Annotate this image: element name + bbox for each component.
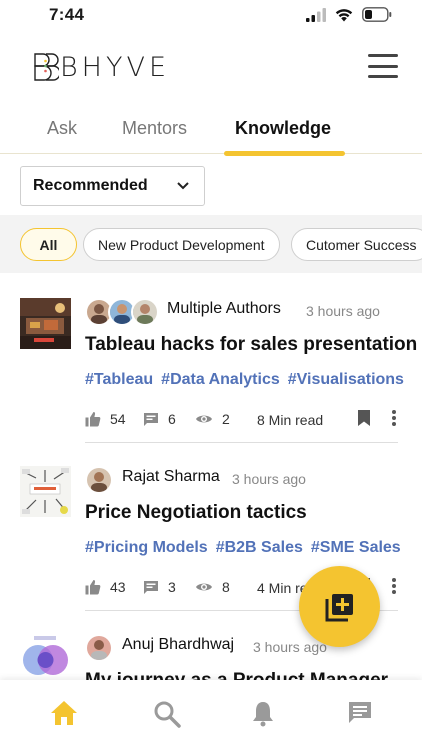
- author-avatars[interactable]: [85, 298, 159, 326]
- chip-new-product-development[interactable]: New Product Development: [83, 228, 280, 261]
- battery-icon: [362, 7, 392, 22]
- comment-button[interactable]: 6: [143, 411, 176, 427]
- comment-count: 3: [168, 579, 176, 595]
- post-time: 3 hours ago: [253, 639, 327, 655]
- avatar: [85, 466, 113, 494]
- chat-icon[interactable]: [347, 700, 373, 726]
- views-stat: 8: [195, 579, 230, 595]
- tab-mentors[interactable]: Mentors: [122, 118, 187, 139]
- logo-mark-icon: [34, 53, 59, 81]
- more-options-icon[interactable]: [391, 577, 397, 595]
- sort-dropdown[interactable]: Recommended: [20, 166, 205, 206]
- chip-label: New Product Development: [98, 236, 265, 253]
- author-avatars[interactable]: [85, 634, 113, 662]
- tab-knowledge[interactable]: Knowledge: [235, 118, 331, 139]
- thumbs-up-icon: [85, 412, 101, 427]
- logo-text: BHYVE: [60, 51, 171, 83]
- post-thumbnail: [20, 634, 71, 685]
- more-options-icon[interactable]: [391, 409, 397, 427]
- like-button[interactable]: 43: [85, 579, 126, 595]
- post-time: 3 hours ago: [232, 471, 306, 487]
- home-icon[interactable]: [50, 700, 78, 726]
- create-post-button[interactable]: [299, 566, 380, 647]
- active-tab-indicator: [224, 151, 345, 156]
- chip-customer-success[interactable]: Cutomer Success: [291, 228, 422, 261]
- bell-icon[interactable]: [251, 700, 275, 727]
- post-title[interactable]: Price Negotiation tactics: [85, 502, 307, 524]
- views-stat: 2: [195, 411, 230, 427]
- like-count: 54: [110, 411, 126, 427]
- sort-dropdown-value: Recommended: [33, 177, 148, 194]
- status-time: 7:44: [49, 5, 85, 24]
- bhyve-logo: BHYVE: [33, 51, 171, 83]
- avatar: [85, 634, 113, 662]
- thumbs-up-icon: [85, 580, 101, 595]
- post-tag[interactable]: #Data Analytics: [161, 371, 280, 389]
- post-tags: #Pricing Models #B2B Sales #SME Sales: [85, 539, 401, 557]
- post-time: 3 hours ago: [306, 303, 380, 319]
- read-time: 8 Min read: [257, 412, 324, 428]
- signal-icon: [306, 7, 326, 22]
- post-author[interactable]: Anuj Bhardhwaj: [122, 636, 234, 654]
- chip-all[interactable]: All: [20, 228, 77, 261]
- search-icon[interactable]: [153, 700, 181, 728]
- post-thumbnail: [20, 466, 71, 517]
- author-avatars[interactable]: [85, 466, 113, 494]
- comment-count: 6: [168, 411, 176, 427]
- chevron-down-icon: [177, 182, 189, 190]
- add-post-icon: [325, 593, 353, 621]
- wifi-icon: [335, 8, 353, 21]
- chip-label: Cutomer Success: [306, 236, 417, 253]
- chip-label: All: [39, 236, 58, 253]
- comment-button[interactable]: 3: [143, 579, 176, 595]
- post-tags: #Tableau #Data Analytics #Visualisations: [85, 371, 404, 389]
- post-tag[interactable]: #SME Sales: [311, 539, 401, 557]
- post-thumbnail: [20, 298, 71, 349]
- post-author[interactable]: Rajat Sharma: [122, 468, 220, 486]
- bookmark-icon[interactable]: [357, 409, 371, 427]
- eye-icon: [196, 415, 212, 423]
- status-icons: [306, 7, 392, 22]
- comment-icon: [144, 412, 158, 426]
- eye-icon: [196, 583, 212, 591]
- avatar: [131, 298, 159, 326]
- view-count: 2: [222, 411, 230, 427]
- status-bar: 7:44: [0, 0, 422, 34]
- post-tag[interactable]: #Visualisations: [288, 371, 404, 389]
- post-tag[interactable]: #B2B Sales: [216, 539, 303, 557]
- comment-icon: [144, 580, 158, 594]
- post-divider: [85, 442, 398, 443]
- post-tag[interactable]: #Tableau: [85, 371, 153, 389]
- post-author[interactable]: Multiple Authors: [167, 300, 281, 318]
- post-title[interactable]: Tableau hacks for sales presentation: [85, 334, 417, 356]
- view-count: 8: [222, 579, 230, 595]
- like-count: 43: [110, 579, 126, 595]
- topic-chips-bar: All New Product Development Cutomer Succ…: [0, 215, 422, 273]
- post-tag[interactable]: #Pricing Models: [85, 539, 208, 557]
- tab-ask[interactable]: Ask: [47, 118, 77, 139]
- like-button[interactable]: 54: [85, 411, 126, 427]
- post-stats: 54 6 2 8 Min read: [85, 408, 403, 432]
- hamburger-menu-icon[interactable]: [368, 54, 398, 78]
- bottom-navigation: [0, 680, 422, 750]
- section-tabs: Ask Mentors Knowledge: [0, 104, 422, 156]
